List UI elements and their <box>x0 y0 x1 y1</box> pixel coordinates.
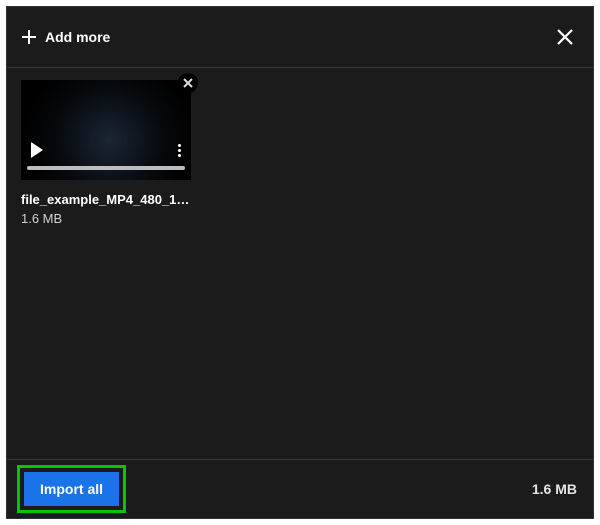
remove-file-button[interactable] <box>178 73 198 93</box>
close-icon <box>183 78 193 88</box>
add-more-label: Add more <box>45 29 110 45</box>
file-name-label: file_example_MP4_480_1… <box>21 192 191 207</box>
file-card: file_example_MP4_480_1… 1.6 MB <box>21 80 191 226</box>
file-size-label: 1.6 MB <box>21 211 191 226</box>
play-icon[interactable] <box>31 142 43 158</box>
dialog-header: Add more <box>7 7 593 67</box>
plus-icon <box>21 29 37 45</box>
player-controls <box>27 140 185 160</box>
thumbnail-image <box>21 80 191 180</box>
import-all-button[interactable]: Import all <box>24 472 119 506</box>
video-thumbnail[interactable] <box>21 80 191 180</box>
close-button[interactable] <box>551 23 579 51</box>
progress-bar[interactable] <box>27 166 185 170</box>
close-icon <box>555 27 575 47</box>
more-options-icon[interactable] <box>178 144 181 157</box>
file-list: file_example_MP4_480_1… 1.6 MB <box>7 68 593 459</box>
add-more-button[interactable]: Add more <box>21 29 110 45</box>
dialog-footer: Import all 1.6 MB <box>7 460 593 518</box>
import-dialog: Add more file_example <box>6 6 594 519</box>
total-size-label: 1.6 MB <box>532 481 577 497</box>
import-highlight: Import all <box>17 465 126 513</box>
